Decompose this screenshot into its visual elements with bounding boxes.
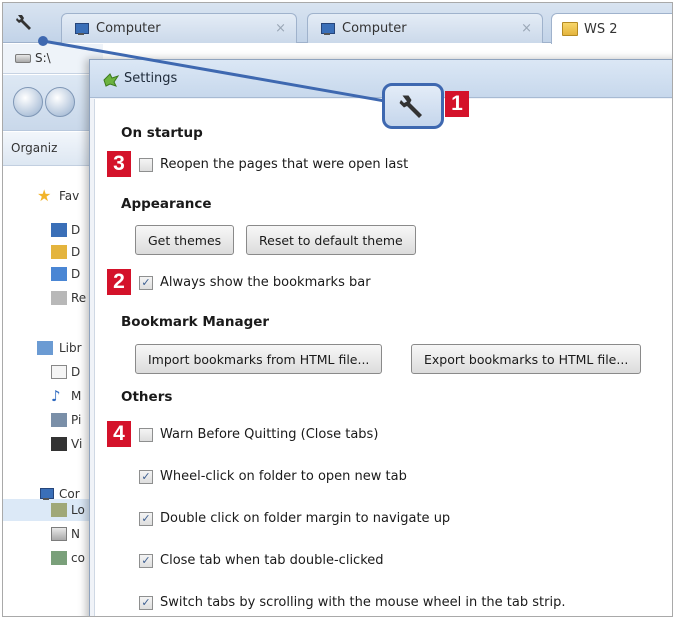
callout-badge-4: 4 — [107, 421, 131, 447]
callout-badge-1: 1 — [445, 91, 469, 117]
callout-line — [38, 36, 386, 103]
callout-badge-2: 2 — [107, 269, 131, 295]
screenshot-frame: Computer × Computer × WS 2 S:\ Organiz ★… — [2, 2, 673, 617]
wrench-icon — [399, 95, 422, 118]
callout-badge-3: 3 — [107, 151, 131, 177]
wrench-zoom-callout — [382, 83, 444, 129]
